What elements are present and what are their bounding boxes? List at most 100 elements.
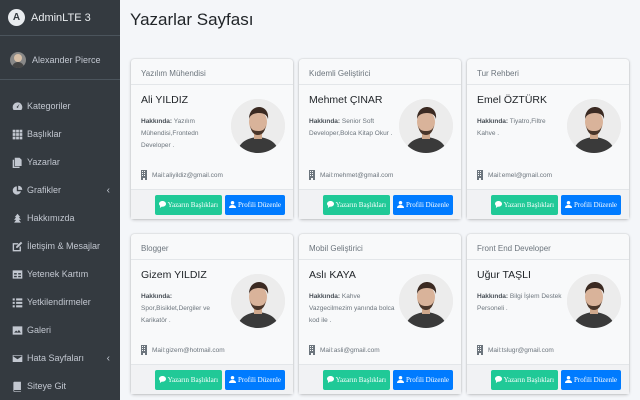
mail-address: asli@gmail.com bbox=[333, 346, 380, 354]
mail-address: mehmet@gmail.com bbox=[333, 171, 394, 179]
edit-profile-button[interactable]: Profili Düzenle bbox=[561, 369, 621, 390]
sidebar-item-label: Yazarlar bbox=[27, 157, 60, 167]
sidebar-item-yetenek-kartim[interactable]: Yetenek Kartım bbox=[0, 260, 120, 288]
button-label: Profili Düzenle bbox=[574, 200, 617, 209]
brand-link[interactable]: A AdminLTE 3 bbox=[0, 0, 120, 36]
edit-profile-button[interactable]: Profili Düzenle bbox=[561, 194, 621, 215]
button-label: Yazarın Başlıkları bbox=[167, 200, 219, 209]
button-label: Yazarın Başlıkları bbox=[167, 375, 219, 384]
author-role: Yazılım Mühendisi bbox=[131, 59, 293, 85]
sidebar-item-label: Başlıklar bbox=[27, 129, 62, 139]
sidebar-nav: Kategoriler Başlıklar Yazarlar Grafikler… bbox=[0, 80, 120, 400]
card-body: Uğur TAŞLI Hakkında: Bilgi İşlem Destek P… bbox=[467, 260, 629, 364]
mail-prefix: Mail: bbox=[152, 346, 166, 354]
author-mail: Mail: asli@gmail.com bbox=[309, 345, 380, 355]
button-label: Yazarın Başlıkları bbox=[335, 200, 387, 209]
sidebar-item-yetkilendirmeler[interactable]: Yetkilendirmeler bbox=[0, 288, 120, 316]
table-icon bbox=[12, 269, 23, 280]
sidebar-item-iletisim[interactable]: İletişim & Mesajlar bbox=[0, 232, 120, 260]
sidebar-item-hakkimizda[interactable]: Hakkımızda bbox=[0, 204, 120, 232]
envelope-icon bbox=[12, 353, 23, 364]
sidebar-item-label: Galeri bbox=[27, 325, 52, 335]
author-card: Kıdemli Geliştirici Mehmet ÇINAR Hakkında:… bbox=[299, 59, 461, 219]
mail-address: gizem@hotmail.com bbox=[165, 346, 225, 354]
edit-profile-button[interactable]: Profili Düzenle bbox=[225, 194, 285, 215]
sidebar-item-label: Siteye Git bbox=[27, 381, 67, 391]
list-icon bbox=[12, 297, 23, 308]
sidebar-item-grafikler[interactable]: Grafikler ‹ bbox=[0, 176, 120, 204]
sidebar-item-label: İletişim & Mesajlar bbox=[27, 241, 101, 251]
tree-icon bbox=[12, 213, 23, 224]
sidebar-item-label: Yetkilendirmeler bbox=[27, 297, 91, 307]
comments-icon bbox=[158, 201, 168, 208]
mail-prefix: Mail: bbox=[488, 171, 502, 179]
sidebar: A AdminLTE 3 Alexander Pierce Kategorile… bbox=[0, 0, 120, 400]
user-icon bbox=[397, 201, 406, 208]
button-label: Yazarın Başlıkları bbox=[335, 375, 387, 384]
edit-profile-button[interactable]: Profili Düzenle bbox=[393, 194, 453, 215]
sidebar-item-label: Grafikler bbox=[27, 185, 62, 195]
author-posts-button[interactable]: Yazarın Başlıkları bbox=[490, 194, 559, 215]
button-label: Profili Düzenle bbox=[238, 200, 281, 209]
comments-icon bbox=[326, 376, 336, 383]
author-posts-button[interactable]: Yazarın Başlıkları bbox=[322, 194, 391, 215]
building-icon bbox=[141, 345, 149, 355]
author-mail: Mail: mehmet@gmail.com bbox=[309, 170, 393, 180]
chevron-left-icon: ‹ bbox=[106, 184, 110, 196]
card-footer: Yazarın Başlıkları Profili Düzenle bbox=[299, 189, 461, 219]
edit-profile-button[interactable]: Profili Düzenle bbox=[393, 369, 453, 390]
building-icon bbox=[141, 170, 149, 180]
user-icon bbox=[565, 201, 574, 208]
chevron-left-icon: ‹ bbox=[106, 352, 110, 364]
user-panel[interactable]: Alexander Pierce bbox=[0, 40, 120, 80]
sidebar-item-hata-sayfalari[interactable]: Hata Sayfaları ‹ bbox=[0, 344, 120, 372]
about-label: Hakkında: bbox=[141, 118, 173, 125]
author-card: Front End Developer Uğur TAŞLI Hakkında: B… bbox=[467, 234, 629, 394]
author-mail: Mail: emel@gmail.com bbox=[477, 170, 552, 180]
about-label: Hakkında: bbox=[477, 118, 509, 125]
author-posts-button[interactable]: Yazarın Başlıkları bbox=[154, 369, 223, 390]
comments-icon bbox=[158, 376, 168, 383]
sidebar-item-yazarlar[interactable]: Yazarlar bbox=[0, 148, 120, 176]
comments-icon bbox=[494, 376, 504, 383]
user-icon bbox=[565, 376, 574, 383]
card-body: Emel ÖZTÜRK Hakkında: Tiyatro,Filtre Kahv… bbox=[467, 85, 629, 189]
user-icon bbox=[229, 376, 238, 383]
author-role: Tur Rehberi bbox=[467, 59, 629, 85]
card-body: Ali YILDIZ Hakkında: Yazılım Mühendisi,Fr… bbox=[131, 85, 293, 189]
sidebar-item-label: Yetenek Kartım bbox=[27, 269, 89, 279]
button-label: Profili Düzenle bbox=[406, 375, 449, 384]
edit-profile-button[interactable]: Profili Düzenle bbox=[225, 369, 285, 390]
sidebar-item-galeri[interactable]: Galeri bbox=[0, 316, 120, 344]
about-label: Hakkında: bbox=[309, 118, 341, 125]
sidebar-item-label: Kategoriler bbox=[27, 101, 71, 111]
sidebar-item-siteye-git[interactable]: Siteye Git bbox=[0, 372, 120, 400]
mail-prefix: Mail: bbox=[152, 171, 166, 179]
author-photo bbox=[567, 274, 621, 328]
main-content: Yazarlar Sayfası Yazılım Mühendisi Ali YI… bbox=[120, 0, 640, 400]
author-card: Tur Rehberi Emel ÖZTÜRK Hakkında: Tiyatro,… bbox=[467, 59, 629, 219]
button-label: Yazarın Başlıkları bbox=[503, 200, 555, 209]
author-about: Hakkında: Kahve Vazgecilmezim yanında bo… bbox=[309, 291, 397, 327]
sidebar-item-basliklar[interactable]: Başlıklar bbox=[0, 120, 120, 148]
about-label: Hakkında: bbox=[141, 293, 173, 300]
author-photo bbox=[231, 99, 285, 153]
author-posts-button[interactable]: Yazarın Başlıkları bbox=[490, 369, 559, 390]
card-footer: Yazarın Başlıkları Profili Düzenle bbox=[131, 364, 293, 394]
brand-logo-icon: A bbox=[8, 9, 25, 26]
author-photo bbox=[399, 99, 453, 153]
button-label: Yazarın Başlıkları bbox=[503, 375, 555, 384]
page-title: Yazarlar Sayfası bbox=[130, 10, 254, 29]
author-photo bbox=[567, 99, 621, 153]
sidebar-item-kategoriler[interactable]: Kategoriler bbox=[0, 92, 120, 120]
tachometer-icon bbox=[12, 101, 23, 112]
author-about: Hakkında: Yazılım Mühendisi,Frontedn Dev… bbox=[141, 116, 229, 152]
author-about: Hakkında: Bilgi İşlem Destek Personeli . bbox=[477, 291, 565, 315]
author-posts-button[interactable]: Yazarın Başlıkları bbox=[322, 369, 391, 390]
grid-icon bbox=[12, 129, 23, 140]
comments-icon bbox=[326, 201, 336, 208]
author-posts-button[interactable]: Yazarın Başlıkları bbox=[154, 194, 223, 215]
author-card: Mobil Geliştirici Aslı KAYA Hakkında: Kahv… bbox=[299, 234, 461, 394]
author-mail: Mail: gizem@hotmail.com bbox=[141, 345, 225, 355]
card-footer: Yazarın Başlıkları Profili Düzenle bbox=[131, 189, 293, 219]
